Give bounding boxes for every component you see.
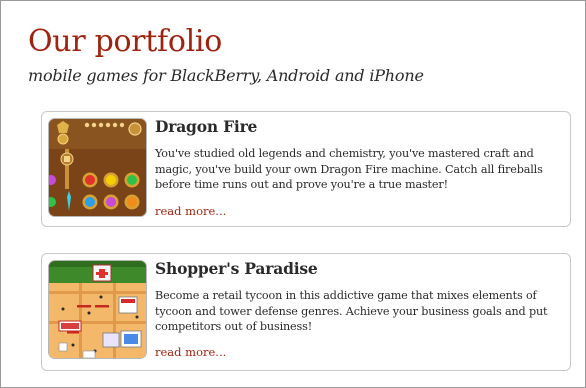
page-subtitle: mobile games for BlackBerry, Android and… bbox=[28, 66, 424, 85]
dragon-fire-thumbnail-icon[interactable] bbox=[48, 118, 147, 217]
game-description: You've studied old legends and chemistry… bbox=[155, 147, 543, 192]
read-more-link[interactable]: read more... bbox=[155, 345, 226, 360]
page-title: Our portfolio bbox=[28, 24, 222, 59]
read-more-link[interactable]: read more... bbox=[155, 204, 226, 219]
game-card-dragon-fire: Dragon Fire You've studied old legends a… bbox=[41, 111, 571, 227]
shoppers-paradise-thumbnail-icon[interactable] bbox=[48, 260, 147, 359]
game-title: Shopper's Paradise bbox=[155, 259, 318, 278]
page-frame: Our portfolio mobile games for BlackBerr… bbox=[0, 0, 586, 388]
game-description: Become a retail tycoon in this addictive… bbox=[155, 289, 548, 334]
game-card-shoppers-paradise: Shopper's Paradise Become a retail tycoo… bbox=[41, 253, 571, 371]
game-title: Dragon Fire bbox=[155, 117, 258, 136]
